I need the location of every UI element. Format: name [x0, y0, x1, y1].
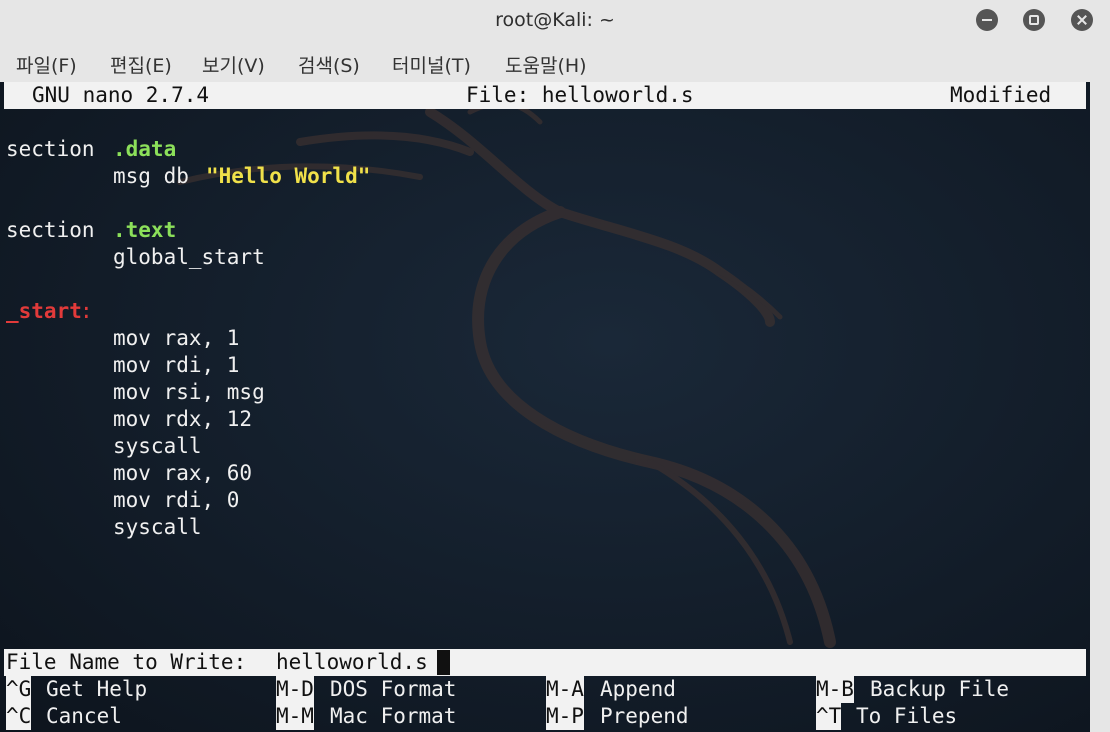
- menu-view[interactable]: 보기(V): [202, 51, 265, 78]
- code-keyword: section: [6, 137, 95, 161]
- shortcut-dos-format[interactable]: DOS Format: [330, 676, 456, 703]
- code-directive: .text: [113, 218, 177, 242]
- shortcut-key[interactable]: M-B: [816, 676, 854, 703]
- menu-terminal[interactable]: 터미널(T): [392, 51, 471, 78]
- code-keyword: section: [6, 218, 95, 242]
- code-line: mov rdi, 0: [113, 488, 240, 512]
- close-icon[interactable]: [1071, 9, 1093, 31]
- shortcut-key[interactable]: M-M: [276, 703, 314, 730]
- scrollbar[interactable]: [1090, 82, 1110, 732]
- text-cursor: [437, 650, 450, 675]
- shortcut-prepend[interactable]: Prepend: [600, 703, 689, 730]
- code-line: mov rdx, 12: [113, 407, 253, 431]
- code-line: syscall: [113, 515, 202, 539]
- code-label-colon: :: [80, 299, 93, 323]
- shortcut-get-help[interactable]: Get Help: [46, 676, 147, 703]
- shortcut-append[interactable]: Append: [600, 676, 676, 703]
- minimize-icon[interactable]: [976, 9, 998, 31]
- window-title: root@Kali: ~: [495, 9, 615, 31]
- code-string: "Hello World": [206, 164, 371, 188]
- shortcut-key[interactable]: ^G: [6, 676, 32, 703]
- title-bar: root@Kali: ~: [0, 0, 1110, 42]
- code-label: _start: [6, 299, 82, 323]
- shortcut-backup-file[interactable]: Backup File: [870, 676, 1009, 703]
- code-line: mov rdi, 1: [113, 353, 240, 377]
- maximize-icon[interactable]: [1023, 9, 1045, 31]
- shortcut-key[interactable]: M-D: [276, 676, 314, 703]
- nano-filename: File: helloworld.s: [466, 83, 694, 107]
- code-directive: .data: [113, 137, 177, 161]
- shortcut-key[interactable]: ^T: [816, 703, 842, 730]
- shortcut-mac-format[interactable]: Mac Format: [330, 703, 456, 730]
- nano-status: Modified: [950, 83, 1052, 107]
- menu-help[interactable]: 도움말(H): [505, 51, 587, 78]
- code-line: mov rax, 60: [113, 461, 253, 485]
- shortcut-to-files[interactable]: To Files: [856, 703, 957, 730]
- menu-search[interactable]: 검색(S): [298, 51, 360, 78]
- filename-input[interactable]: helloworld.s: [276, 649, 428, 676]
- terminal-area[interactable]: GNU nano 2.7.4 File: helloworld.s Modifi…: [0, 82, 1110, 732]
- shortcut-cancel[interactable]: Cancel: [46, 703, 122, 730]
- menu-file[interactable]: 파일(F): [16, 51, 77, 78]
- code-line: mov rsi, msg: [113, 380, 265, 404]
- menu-bar: 파일(F) 편집(E) 보기(V) 검색(S) 터미널(T) 도움말(H): [0, 42, 1110, 82]
- filename-prompt-label: File Name to Write:: [6, 650, 259, 674]
- shortcut-key[interactable]: M-P: [546, 703, 584, 730]
- nano-version: GNU nano 2.7.4: [32, 83, 210, 107]
- code-line: msg db: [113, 164, 202, 188]
- code-line: global_start: [113, 245, 265, 269]
- shortcut-key[interactable]: ^C: [6, 703, 32, 730]
- code-line: syscall: [113, 434, 202, 458]
- menu-edit[interactable]: 편집(E): [110, 51, 172, 78]
- shortcut-key[interactable]: M-A: [546, 676, 584, 703]
- code-line: mov rax, 1: [113, 326, 240, 350]
